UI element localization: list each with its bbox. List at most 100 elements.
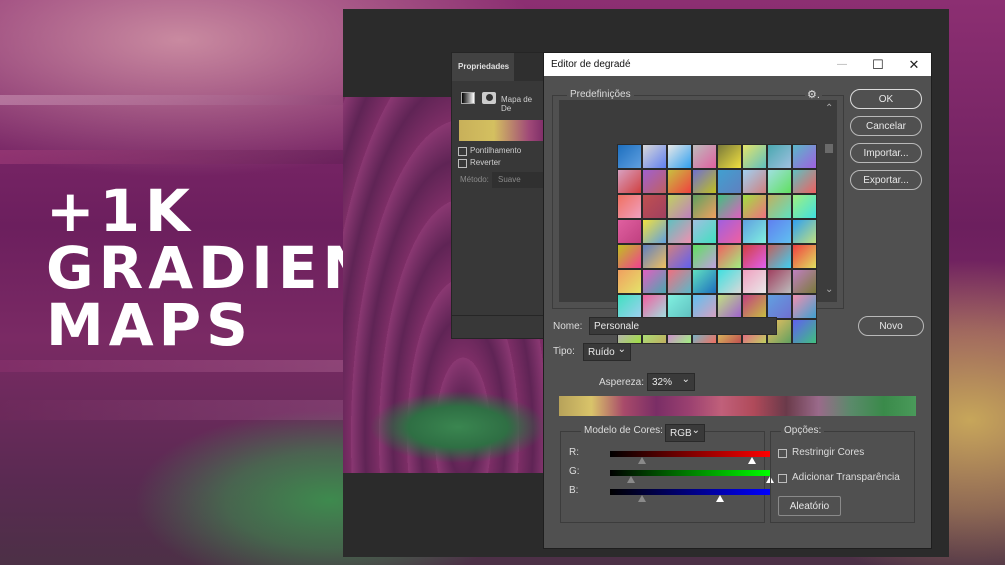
preset-swatch[interactable] [743, 145, 766, 168]
preset-swatch[interactable] [743, 270, 766, 293]
preset-swatch[interactable] [768, 195, 791, 218]
preset-swatch[interactable] [718, 245, 741, 268]
preset-swatch[interactable] [718, 145, 741, 168]
preset-swatch[interactable] [768, 170, 791, 193]
preset-swatch[interactable] [668, 195, 691, 218]
preset-swatch[interactable] [668, 270, 691, 293]
preset-swatch[interactable] [668, 295, 691, 318]
preset-swatch[interactable] [668, 245, 691, 268]
preset-swatch[interactable] [768, 220, 791, 243]
preset-swatch[interactable] [743, 245, 766, 268]
name-label: Nome: [553, 321, 583, 332]
scrollbar-thumb[interactable] [825, 144, 833, 153]
restrict-colors-label: Restringir Cores [792, 447, 865, 458]
preset-swatch[interactable] [793, 270, 816, 293]
preset-swatch[interactable] [793, 220, 816, 243]
gradient-map-bar[interactable] [459, 120, 546, 141]
channel-slider-bar[interactable] [610, 489, 770, 495]
preset-swatch[interactable] [718, 270, 741, 293]
preset-swatch[interactable] [618, 220, 641, 243]
preset-swatch[interactable] [618, 295, 641, 318]
preset-swatch[interactable] [668, 145, 691, 168]
channel-slider-bar[interactable] [610, 451, 770, 457]
preset-swatch[interactable] [743, 195, 766, 218]
preset-swatch[interactable] [668, 170, 691, 193]
roughness-input[interactable]: 32% ⌄ [647, 373, 695, 391]
new-button[interactable]: Novo [858, 316, 924, 336]
preset-swatch[interactable] [793, 195, 816, 218]
preset-swatch[interactable] [693, 195, 716, 218]
reverse-checkbox[interactable] [458, 159, 467, 168]
preset-swatch[interactable] [743, 295, 766, 318]
scroll-down-icon[interactable]: ⌄ [825, 284, 833, 295]
preset-swatch[interactable] [718, 170, 741, 193]
export-button[interactable]: Exportar... [850, 170, 922, 190]
preset-swatch[interactable] [618, 195, 641, 218]
method-select[interactable]: Suave [492, 172, 546, 188]
color-model-select[interactable]: RGB ⌄ [665, 424, 705, 442]
preset-swatch[interactable] [693, 295, 716, 318]
preset-swatch[interactable] [743, 220, 766, 243]
preset-swatch[interactable] [793, 245, 816, 268]
preset-swatch[interactable] [718, 220, 741, 243]
channel-slider-thumb[interactable] [748, 457, 757, 464]
preset-swatch[interactable] [693, 220, 716, 243]
scroll-up-icon[interactable]: ⌃ [825, 103, 833, 114]
preset-swatch[interactable] [693, 270, 716, 293]
ok-button[interactable]: OK [850, 89, 922, 109]
preset-swatch[interactable] [693, 245, 716, 268]
color-model-group: Modelo de Cores: RGB ⌄ R: G: B: [560, 424, 774, 523]
preset-swatch[interactable] [718, 195, 741, 218]
gradient-map-label: Mapa de De [501, 95, 533, 113]
preset-swatch[interactable] [793, 145, 816, 168]
preset-swatch[interactable] [768, 270, 791, 293]
chevron-down-icon: ⌄ [691, 425, 700, 436]
add-transparency-label: Adicionar Transparência [792, 472, 900, 483]
preset-swatch[interactable] [718, 295, 741, 318]
background-stripe [0, 360, 345, 372]
maximize-icon[interactable]: ☐ [863, 53, 893, 76]
gradient-preview-bar[interactable] [559, 396, 916, 416]
import-button[interactable]: Importar... [850, 143, 922, 163]
preset-swatch[interactable] [793, 170, 816, 193]
preset-swatch[interactable] [668, 220, 691, 243]
preset-swatch[interactable] [618, 170, 641, 193]
channel-slider-thumb[interactable] [638, 495, 646, 502]
preset-swatch[interactable] [793, 295, 816, 318]
color-model-label: Modelo de Cores: [581, 425, 666, 436]
preset-swatch[interactable] [768, 145, 791, 168]
roughness-value: 32% [652, 377, 673, 388]
cancel-button[interactable]: Cancelar [850, 116, 922, 136]
preset-swatch[interactable] [643, 245, 666, 268]
randomize-button[interactable]: Aleatório [778, 496, 841, 516]
minimize-icon[interactable]: — [827, 53, 857, 76]
channel-slider-thumb[interactable] [638, 457, 646, 464]
add-transparency-checkbox[interactable] [778, 474, 787, 483]
preset-swatch[interactable] [618, 270, 641, 293]
preset-swatch[interactable] [743, 170, 766, 193]
close-icon[interactable]: ✕ [899, 53, 929, 76]
preset-swatch[interactable] [793, 320, 816, 343]
preset-swatch[interactable] [768, 245, 791, 268]
dialog-titlebar: Editor de degradé — ☐ ✕ [544, 53, 931, 76]
dither-checkbox[interactable] [458, 147, 467, 156]
channel-slider-thumb[interactable] [626, 476, 635, 483]
name-input[interactable]: Personale [589, 317, 777, 335]
preset-swatch[interactable] [643, 170, 666, 193]
preset-swatch[interactable] [618, 145, 641, 168]
preset-swatch[interactable] [693, 170, 716, 193]
preset-swatch[interactable] [693, 145, 716, 168]
dither-label: Pontilhamento [470, 146, 522, 155]
tab-properties[interactable]: Propriedades [452, 53, 514, 81]
preset-swatch[interactable] [643, 195, 666, 218]
restrict-colors-checkbox[interactable] [778, 449, 787, 458]
preset-swatch[interactable] [643, 220, 666, 243]
preset-swatch[interactable] [618, 245, 641, 268]
preset-swatch[interactable] [643, 270, 666, 293]
preset-swatch[interactable] [643, 295, 666, 318]
preset-swatch[interactable] [768, 295, 791, 318]
type-select[interactable]: Ruído ⌄ [583, 343, 631, 361]
preset-swatch[interactable] [643, 145, 666, 168]
type-label: Tipo: [553, 346, 575, 357]
channel-slider-thumb[interactable] [716, 495, 725, 502]
